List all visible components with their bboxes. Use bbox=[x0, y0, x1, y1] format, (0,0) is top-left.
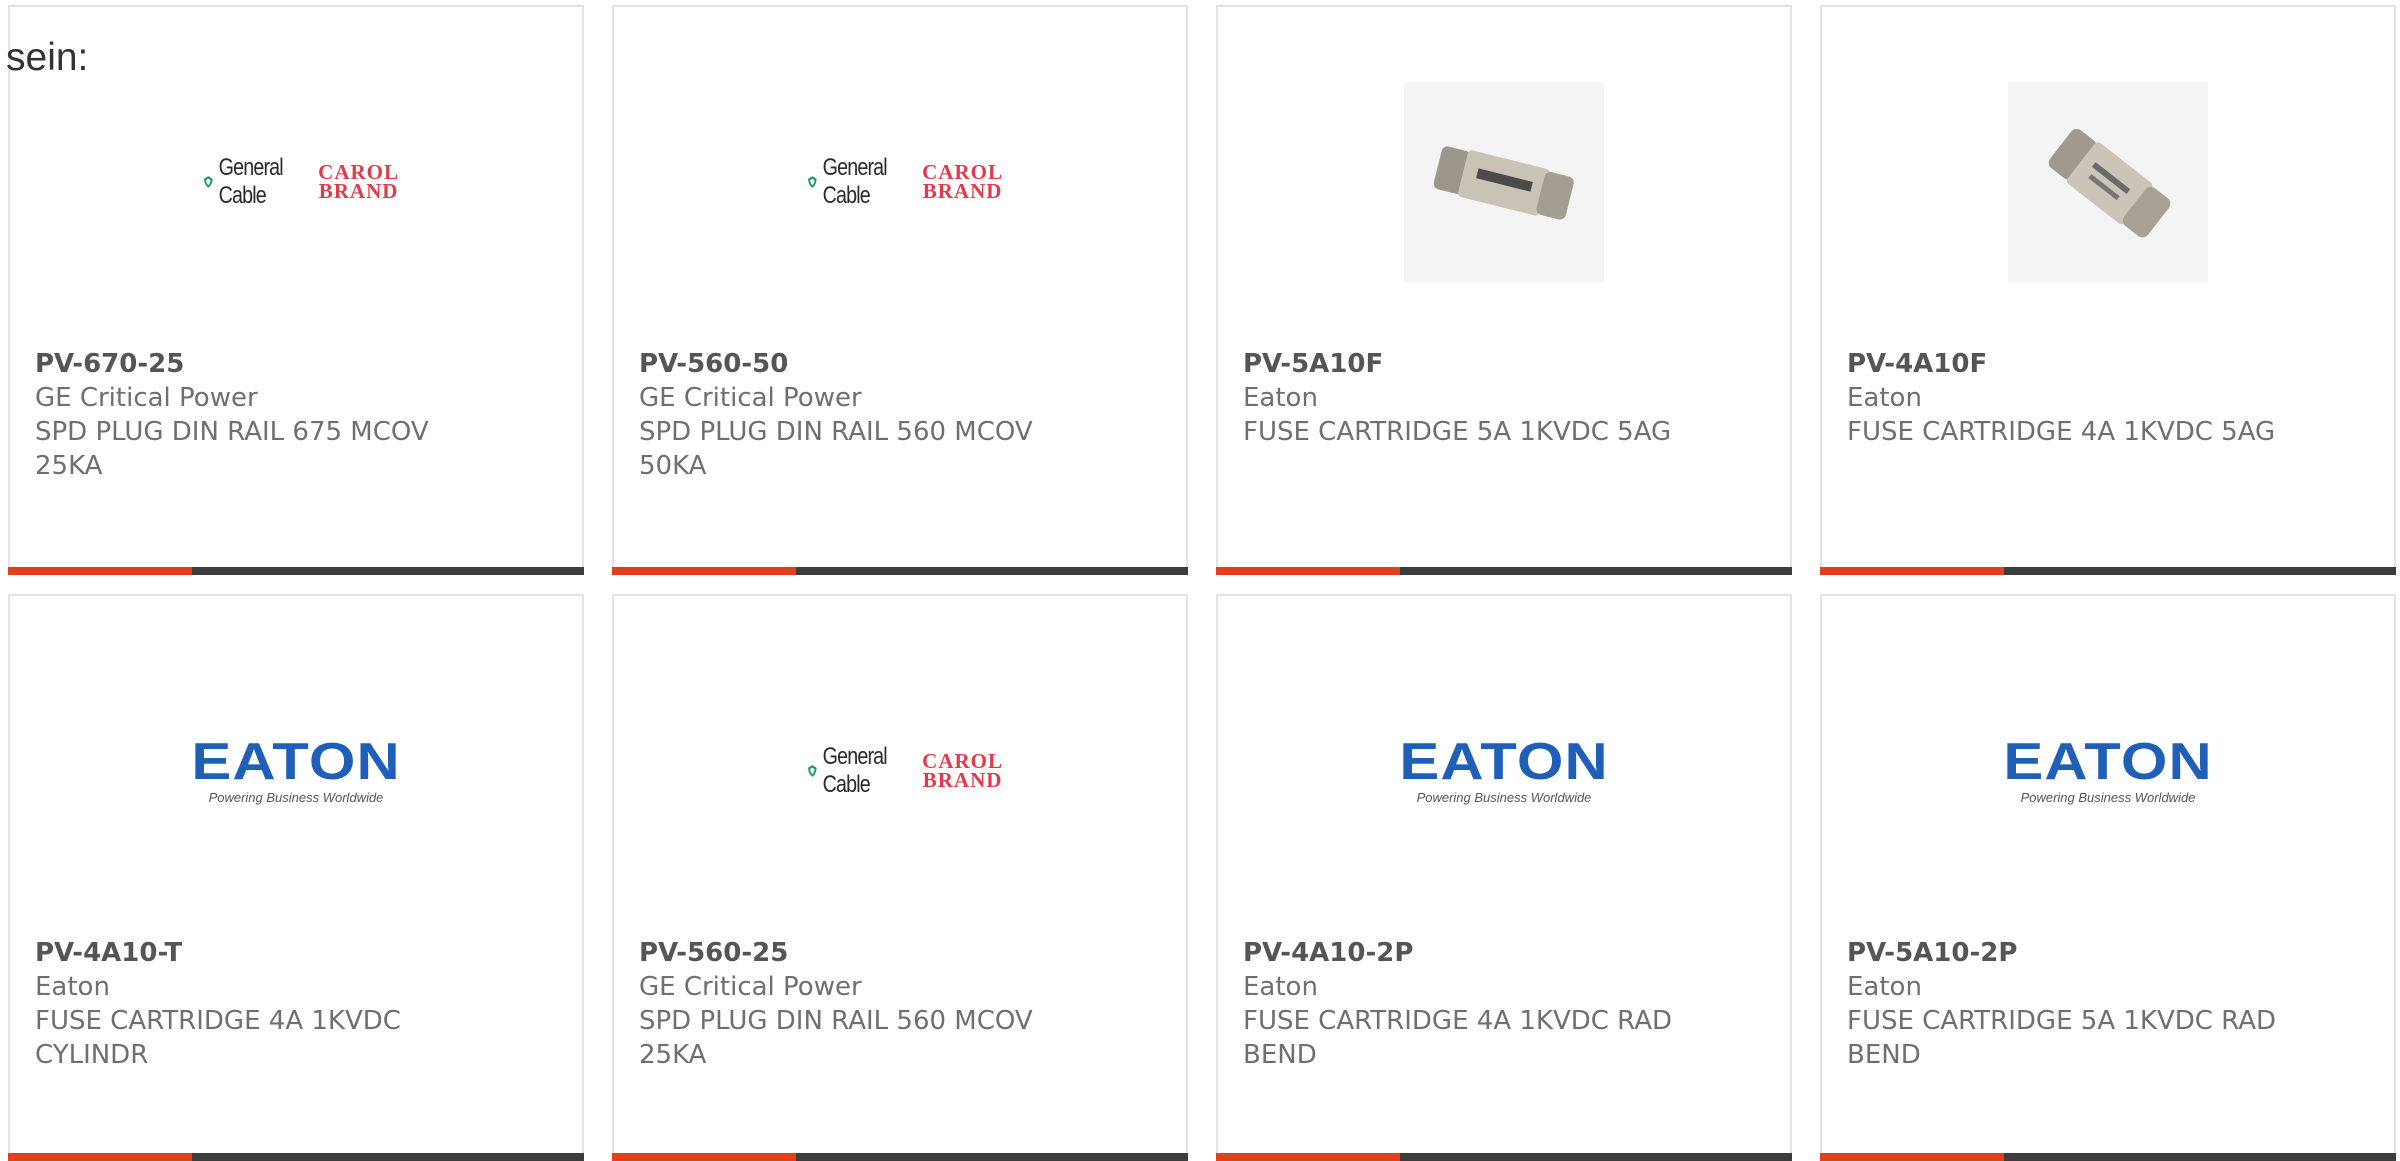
card-footer-bar bbox=[8, 567, 584, 575]
part-number[interactable]: PV-4A10-2P bbox=[1243, 936, 1672, 970]
description-line-1: FUSE CARTRIDGE 5A 1KVDC RAD bbox=[1847, 1006, 2276, 1036]
product-card-pv-5a10-2p[interactable]: EATON Powering Business Worldwide PV-5A1… bbox=[1820, 594, 2396, 1161]
description-line-2: 50KA bbox=[639, 451, 707, 481]
part-number[interactable]: PV-4A10-T bbox=[35, 936, 401, 970]
product-image[interactable]: EATON Powering Business Worldwide bbox=[1399, 668, 1609, 874]
card-footer-bar bbox=[612, 567, 1188, 575]
fuse-cartridge-photo bbox=[1404, 82, 1604, 282]
part-number[interactable]: PV-560-50 bbox=[639, 347, 1033, 381]
description-line-2: BEND bbox=[1243, 1040, 1317, 1070]
part-number[interactable]: PV-560-25 bbox=[639, 936, 1033, 970]
product-image[interactable]: General Cable CAROL BRAND bbox=[797, 668, 1003, 874]
manufacturer: Eaton bbox=[35, 972, 110, 1002]
part-number[interactable]: PV-5A10F bbox=[1243, 347, 1671, 381]
card-footer-bar bbox=[1820, 1153, 2396, 1161]
manufacturer: Eaton bbox=[1243, 972, 1318, 1002]
description-line-1: SPD PLUG DIN RAIL 560 MCOV bbox=[639, 417, 1033, 447]
intro-text: sein: bbox=[6, 36, 89, 79]
product-image[interactable]: General Cable CAROL BRAND bbox=[797, 79, 1003, 285]
part-number[interactable]: PV-670-25 bbox=[35, 347, 429, 381]
card-footer-bar bbox=[1820, 567, 2396, 575]
manufacturer: GE Critical Power bbox=[639, 972, 862, 1002]
description-line-1: SPD PLUG DIN RAIL 560 MCOV bbox=[639, 1006, 1033, 1036]
description-line-1: FUSE CARTRIDGE 5A 1KVDC 5AG bbox=[1243, 417, 1672, 447]
description-line-1: FUSE CARTRIDGE 4A 1KVDC 5AG bbox=[1847, 417, 2276, 447]
eaton-logo: EATON Powering Business Worldwide bbox=[2003, 732, 2213, 805]
part-number[interactable]: PV-4A10F bbox=[1847, 347, 2275, 381]
manufacturer: GE Critical Power bbox=[639, 383, 862, 413]
general-cable-carol-logo: General Cable CAROL BRAND bbox=[193, 154, 399, 210]
general-cable-carol-logo: General Cable CAROL BRAND bbox=[797, 154, 1003, 210]
product-card-pv-4a10-t[interactable]: EATON Powering Business Worldwide PV-4A1… bbox=[8, 594, 584, 1161]
product-card-pv-560-25[interactable]: General Cable CAROL BRAND PV-560-25 GE Cr… bbox=[612, 594, 1188, 1161]
part-number[interactable]: PV-5A10-2P bbox=[1847, 936, 2276, 970]
card-footer-bar bbox=[8, 1153, 584, 1161]
product-card-pv-560-50[interactable]: General Cable CAROL BRAND PV-560-50 GE Cr… bbox=[612, 5, 1188, 575]
description-line-2: 25KA bbox=[639, 1040, 707, 1070]
product-image[interactable]: General Cable CAROL BRAND bbox=[193, 79, 399, 285]
description-line-2: BEND bbox=[1847, 1040, 1921, 1070]
card-footer-bar bbox=[612, 1153, 1188, 1161]
eaton-logo: EATON Powering Business Worldwide bbox=[1399, 732, 1609, 805]
description-line-1: SPD PLUG DIN RAIL 675 MCOV bbox=[35, 417, 429, 447]
description-line-2: 25KA bbox=[35, 451, 103, 481]
product-card-pv-5a10f[interactable]: PV-5A10F Eaton FUSE CARTRIDGE 5A 1KVDC 5… bbox=[1216, 5, 1792, 575]
description-line-1: FUSE CARTRIDGE 4A 1KVDC bbox=[35, 1006, 401, 1036]
description-line-1: FUSE CARTRIDGE 4A 1KVDC RAD bbox=[1243, 1006, 1672, 1036]
card-footer-bar bbox=[1216, 567, 1792, 575]
manufacturer: Eaton bbox=[1847, 383, 1922, 413]
general-cable-carol-logo: General Cable CAROL BRAND bbox=[797, 743, 1003, 799]
card-footer-bar bbox=[1216, 1153, 1792, 1161]
product-image[interactable]: EATON Powering Business Worldwide bbox=[2003, 668, 2213, 874]
manufacturer: Eaton bbox=[1847, 972, 1922, 1002]
manufacturer: Eaton bbox=[1243, 383, 1318, 413]
eaton-logo: EATON Powering Business Worldwide bbox=[191, 732, 401, 805]
manufacturer: GE Critical Power bbox=[35, 383, 258, 413]
product-image[interactable] bbox=[2005, 79, 2211, 285]
product-image[interactable]: EATON Powering Business Worldwide bbox=[191, 668, 401, 874]
product-card-pv-4a10f[interactable]: PV-4A10F Eaton FUSE CARTRIDGE 4A 1KVDC 5… bbox=[1820, 5, 2396, 575]
product-card-pv-4a10-2p[interactable]: EATON Powering Business Worldwide PV-4A1… bbox=[1216, 594, 1792, 1161]
description-line-2: CYLINDR bbox=[35, 1040, 149, 1070]
product-image[interactable] bbox=[1401, 79, 1607, 285]
fuse-cartridge-photo bbox=[2008, 82, 2208, 282]
product-card-pv-670-25[interactable]: General Cable CAROL BRAND PV-670-25 GE Cr… bbox=[8, 5, 584, 575]
